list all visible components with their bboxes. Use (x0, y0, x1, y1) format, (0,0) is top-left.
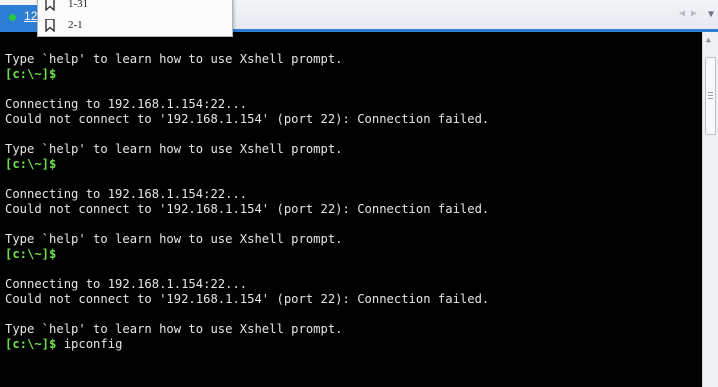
prompt-line: [c:\~]$ ipconfig (5, 337, 489, 352)
session-tab[interactable]: 12 (0, 5, 42, 31)
output-line: Connecting to 192.168.1.154:22... (5, 277, 248, 291)
output-line: Type `help' to learn how to use Xshell p… (5, 142, 343, 156)
tab-list-menu-icon[interactable]: ▼ (708, 9, 714, 20)
session-tab-label: 12 (24, 9, 38, 23)
output-line: Type `help' to learn how to use Xshell p… (5, 52, 343, 66)
output-line: Could not connect to '192.168.1.154' (po… (5, 202, 490, 216)
shell-prompt: [c:\~]$ (5, 157, 57, 171)
shell-prompt: [c:\~]$ (5, 247, 57, 261)
output-line: Type `help' to learn how to use Xshell p… (5, 232, 343, 246)
scroll-up-arrow-icon[interactable]: ▲ (706, 35, 711, 44)
output-line: Connecting to 192.168.1.154:22... (5, 187, 248, 201)
scroll-thumb[interactable] (705, 57, 716, 135)
vertical-scrollbar[interactable]: ▲ (702, 32, 718, 387)
prompt-line: [c:\~]$ (5, 157, 489, 172)
prompt-line: [c:\~]$ (5, 67, 489, 82)
bookmark-label: 1-31 (68, 0, 89, 10)
shell-prompt: [c:\~]$ (5, 337, 57, 351)
output-line: Connecting to 192.168.1.154:22... (5, 97, 248, 111)
bookmark-dropdown: 1-31 2-1 (37, 0, 233, 37)
prompt-line: [c:\~]$ (5, 247, 489, 262)
tab-scroll-left-icon[interactable]: ◀ (679, 8, 685, 19)
bookmark-label: 2-1 (68, 19, 83, 31)
command-text: ipconfig (56, 337, 123, 351)
bookmark-icon (45, 19, 55, 32)
terminal-lines: Type `help' to learn how to use Xshell p… (5, 52, 489, 352)
bookmark-item[interactable]: 1-31 (38, 0, 232, 15)
shell-prompt: [c:\~]$ (5, 67, 57, 81)
tab-scroll-right-icon[interactable]: ▶ (691, 8, 697, 19)
output-line: Could not connect to '192.168.1.154' (po… (5, 112, 490, 126)
output-line: Type `help' to learn how to use Xshell p… (5, 322, 343, 336)
connection-status-dot (9, 14, 16, 21)
bookmark-item[interactable]: 2-1 (38, 16, 232, 36)
output-line: Could not connect to '192.168.1.154' (po… (5, 292, 490, 306)
terminal-output[interactable]: Type `help' to learn how to use Xshell p… (0, 32, 702, 387)
bookmark-icon (45, 0, 55, 11)
